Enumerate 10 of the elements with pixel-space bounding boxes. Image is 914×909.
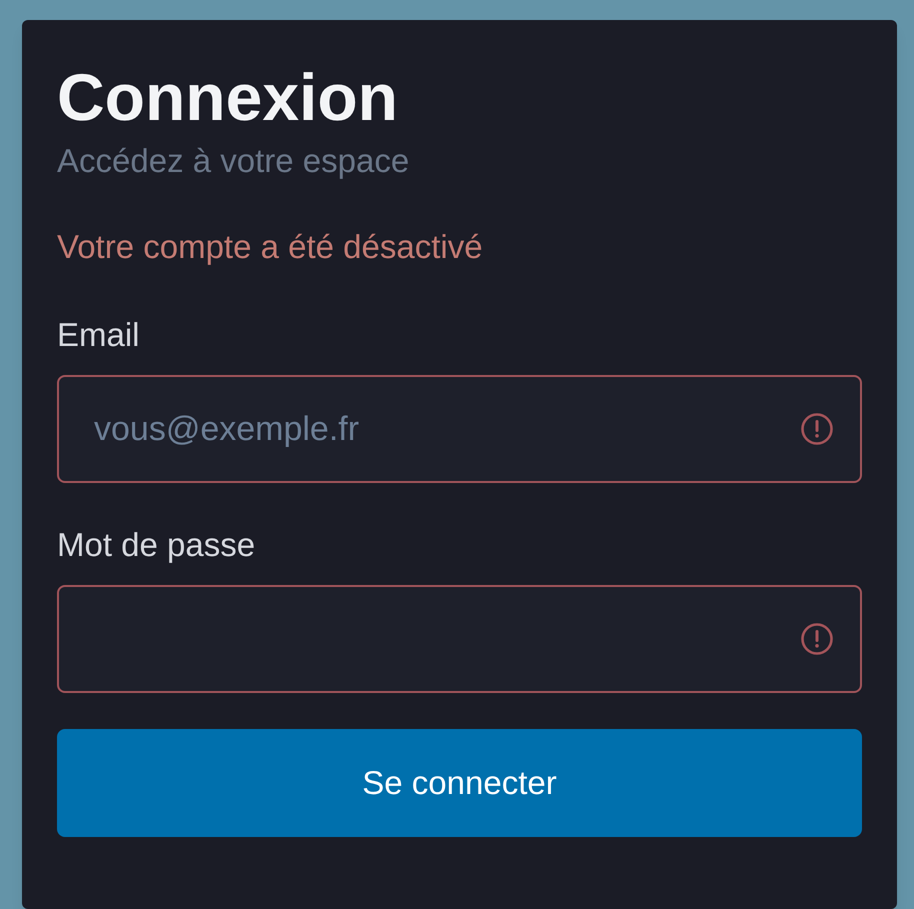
field-label: Mot de passe	[57, 525, 256, 565]
input-field[interactable]: vous@exemple.fr	[57, 375, 862, 483]
error-message: Votre compte a été désactivé	[57, 227, 483, 267]
card-title: Connexion	[57, 64, 398, 130]
card-subtitle: Accédez à votre espace	[57, 141, 410, 181]
alert-icon	[801, 623, 833, 655]
input-field[interactable]	[57, 585, 862, 693]
field-label: Email	[57, 315, 140, 355]
alert-icon	[801, 413, 833, 445]
login-button[interactable]: Se connecter	[57, 729, 862, 837]
